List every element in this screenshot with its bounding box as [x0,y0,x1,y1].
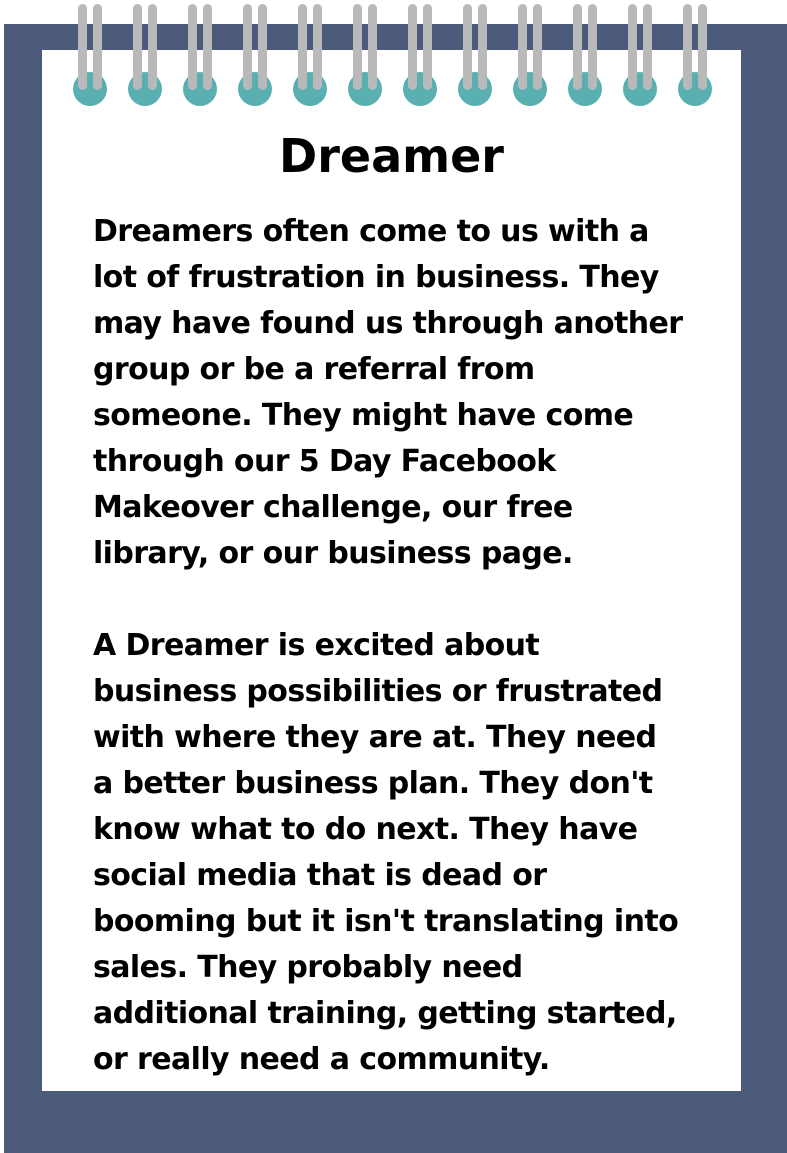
spiral-ring-icon [181,0,219,110]
spiral-ring-icon [346,0,384,110]
spiral-ring-icon [126,0,164,110]
spiral-ring-icon [456,0,494,110]
paragraph-intro: Dreamers often come to us with a lot of … [93,214,683,571]
spiral-ring-icon [511,0,549,110]
spiral-ring-icon [71,0,109,110]
card-title: Dreamer [279,129,504,183]
spiral-ring-icon [236,0,274,110]
spiral-ring-icon [291,0,329,110]
paragraph-description: A Dreamer is excited about business poss… [93,628,679,1077]
spiral-ring-icon [621,0,659,110]
spiral-ring-icon [566,0,604,110]
spiral-ring-icon [401,0,439,110]
card-body: Dreamers often come to us with a lot of … [93,209,723,1083]
spiral-ring-icon [676,0,714,110]
